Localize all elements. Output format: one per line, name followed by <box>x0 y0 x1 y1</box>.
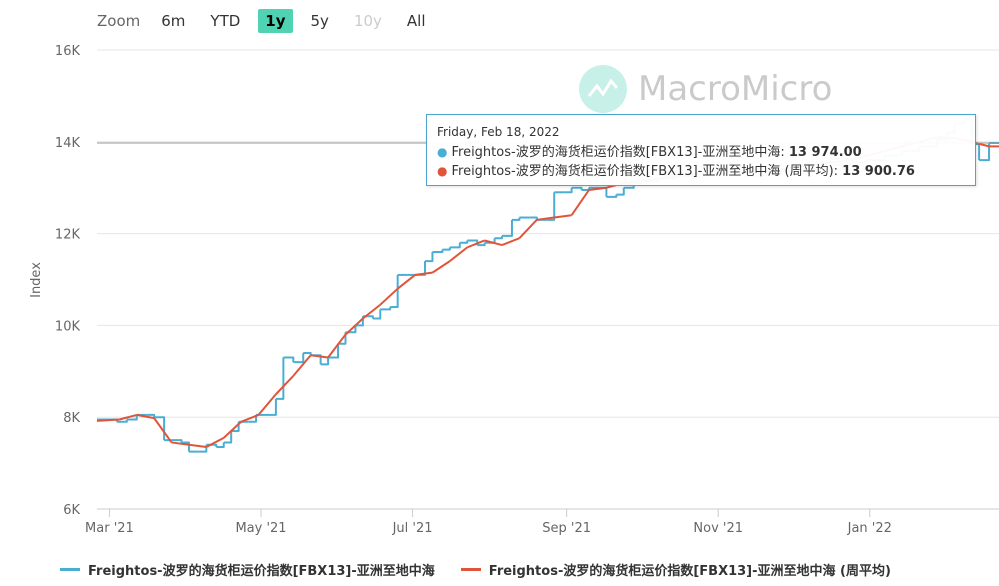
series-1-line-segment <box>442 247 451 251</box>
x-tick-label: May '21 <box>235 521 286 536</box>
y-tick-label: 12K <box>55 228 81 243</box>
tooltip-series-1-value: 13 974.00 <box>788 145 862 160</box>
series-2-dot-icon: ● <box>437 164 448 178</box>
y-tick-label: 6K <box>63 503 80 518</box>
series-2-line-segment <box>397 274 416 290</box>
legend-item-series-2[interactable]: Freightos-波罗的海货柜运价指数[FBX13]-亚洲至地中海 (周平均) <box>460 560 891 579</box>
series-1-line-segment <box>529 216 538 220</box>
series-2-line-segment <box>431 260 451 274</box>
series-1-line-segment <box>303 351 312 356</box>
series-1-line-segment <box>320 357 330 366</box>
tooltip-row-series-2: ● Freightos-波罗的海货柜运价指数[FBX13]-亚洲至地中海 (周平均… <box>437 162 975 181</box>
tooltip-series-2-value: 13 900.76 <box>842 164 915 179</box>
y-axis-label: Index <box>29 262 44 298</box>
series-1-line-segment <box>283 356 295 363</box>
zoom-button-all[interactable]: All <box>400 9 433 33</box>
legend: Freightos-波罗的海货柜运价指数[FBX13]-亚洲至地中海 Freig… <box>60 560 891 579</box>
series-1-line-segment <box>425 251 434 263</box>
tooltip-series-2-label: Freightos-波罗的海货柜运价指数[FBX13]-亚洲至地中海 (周平均)… <box>451 164 843 179</box>
series-1-line-segment <box>564 187 573 194</box>
zoom-label: Zoom <box>97 12 141 30</box>
series-2-line-segment <box>188 443 207 449</box>
series-2-line-segment <box>310 354 329 359</box>
y-tick-label: 16K <box>55 44 81 59</box>
series-2-line-segment <box>554 214 572 219</box>
series-1-line-segment <box>571 186 583 190</box>
series-2-line-segment <box>518 219 538 239</box>
series-2-line-segment <box>379 287 399 306</box>
series-2-line-segment <box>501 237 520 247</box>
tooltip: Friday, Feb 18, 2022 ● Freightos-波罗的海货柜运价… <box>426 114 976 186</box>
series-1-line-segment <box>606 194 618 198</box>
y-tick-label: 14K <box>55 136 81 151</box>
series-2-line-segment <box>257 393 277 416</box>
legend-label-series-2: Freightos-波罗的海货柜运价指数[FBX13]-亚洲至地中海 (周平均) <box>488 564 891 579</box>
watermark: MacroMicro <box>578 64 832 114</box>
tooltip-row-series-1: ● Freightos-波罗的海货柜运价指数[FBX13]-亚洲至地中海: 13 … <box>437 143 975 162</box>
zoom-button-ytd[interactable]: YTD <box>203 9 247 33</box>
series-2-line-segment <box>292 354 312 377</box>
grid-lines <box>97 49 999 418</box>
y-tick-label: 10K <box>55 319 81 334</box>
series-1-line-segment <box>216 442 225 449</box>
tooltip-series-1-label: Freightos-波罗的海货柜运价指数[FBX13]-亚洲至地中海: <box>451 145 789 160</box>
series-1-line-segment <box>459 240 469 244</box>
x-tick-label: Jul '21 <box>392 521 433 536</box>
series-1-line-segment <box>581 187 590 191</box>
zoom-button-6m[interactable]: 6m <box>154 9 192 33</box>
series-2-line-segment <box>466 239 486 249</box>
series-1-line-segment <box>494 235 504 240</box>
y-tick-labels: 6K 8K 10K 12K 14K 16K <box>55 44 81 518</box>
series-2-line-segment <box>327 333 347 359</box>
series-1-line-segment <box>511 217 521 221</box>
series-2-line-segment <box>570 189 590 216</box>
zoom-button-5y[interactable]: 5y <box>304 9 336 33</box>
zoom-button-1y[interactable]: 1y <box>258 9 293 33</box>
zoom-bar: Zoom 6m YTD 1y 5y 10y All <box>97 8 444 34</box>
legend-label-series-1: Freightos-波罗的海货柜运价指数[FBX13]-亚洲至地中海 <box>88 564 435 579</box>
series-2-line-segment <box>96 418 120 422</box>
series-1-line-segment <box>546 192 556 221</box>
y-tick-label: 8K <box>63 411 80 426</box>
series-2-line-segment <box>414 271 433 276</box>
zoom-button-10y: 10y <box>353 12 382 30</box>
macromicro-logo-icon <box>579 65 627 113</box>
x-tick-label: Jan '22 <box>847 521 892 536</box>
x-tick-label: Mar '21 <box>85 521 134 536</box>
series-1-line-segment <box>293 352 305 364</box>
x-tick-labels: Mar '21 May '21 Jul '21 Sep '21 Nov '21 Jan '… <box>85 521 892 536</box>
x-tick-label: Sep '21 <box>542 521 591 536</box>
legend-line-icon <box>60 568 80 571</box>
series-1-line-segment <box>616 187 625 196</box>
legend-line-icon <box>460 568 481 571</box>
watermark-text: MacroMicro <box>638 69 833 109</box>
tooltip-date: Friday, Feb 18, 2022 <box>437 125 560 139</box>
axes <box>97 508 999 517</box>
x-tick-label: Nov '21 <box>693 521 743 536</box>
legend-item-series-1[interactable]: Freightos-波罗的海货柜运价指数[FBX13]-亚洲至地中海 <box>60 560 435 579</box>
series-1-dot-icon: ● <box>437 145 448 159</box>
series-1-line-segment <box>380 307 392 311</box>
series-2-line-segment <box>153 417 173 444</box>
series-1-line-segment <box>273 398 277 416</box>
series-1-line-segment <box>432 249 444 253</box>
series-2-line-segment <box>275 375 295 395</box>
series-2-line-segment <box>449 246 468 262</box>
series-1-line-segment <box>449 242 461 249</box>
chart-canvas: 6K 8K 10K 12K 14K 16K Mar '21 May '21 Jul '21 Se… <box>29 44 999 536</box>
